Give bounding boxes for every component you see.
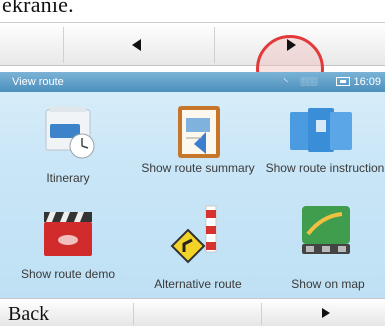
roadsign-icon [170,205,217,264]
item-label: Itinerary [46,171,90,185]
separator [63,27,64,63]
show-on-map-button[interactable]: Show on map [264,198,385,292]
show-route-summary-button[interactable]: Show route summary [134,98,262,188]
item-label: Show on map [291,277,365,291]
show-route-demo-button[interactable]: Show route demo [4,198,132,292]
separator [261,303,262,325]
item-label: Show route demo [20,267,116,281]
itinerary-icon [45,106,95,159]
device-screen: View route ⸌ ░░░ 16:09 Itinerary Show ro… [0,72,385,298]
battery-icon [336,77,350,86]
previous-arrow-icon[interactable] [132,39,141,51]
back-button[interactable]: Back [8,303,49,326]
item-label: Show route summary [141,161,255,175]
map-icon [302,206,350,254]
show-route-instructions-button[interactable]: Show route instructions [264,98,385,188]
next-arrow-icon[interactable] [287,39,296,51]
item-label: Alternative route [154,277,242,291]
separator [133,303,134,325]
route-summary-icon [178,106,220,158]
gps-icon: ░░░ [300,77,318,86]
item-label: Show route instructions [265,161,385,175]
status-bar: View route ⸌ ░░░ 16:09 [0,72,385,92]
alternative-route-button[interactable]: Alternative route [134,198,262,292]
screen-title: View route [12,76,64,88]
separator [214,27,215,63]
next-arrow-icon[interactable] [322,308,330,318]
clapperboard-icon [44,212,92,256]
signal-icon: ⸌ [283,77,289,89]
itinerary-button[interactable]: Itinerary [4,98,132,188]
route-instructions-icon [290,108,352,152]
bottom-bar: Back [0,298,385,326]
top-nav-bar [0,22,385,103]
clock: 16:09 [353,76,381,88]
caption-text: ekranie. [2,0,74,17]
